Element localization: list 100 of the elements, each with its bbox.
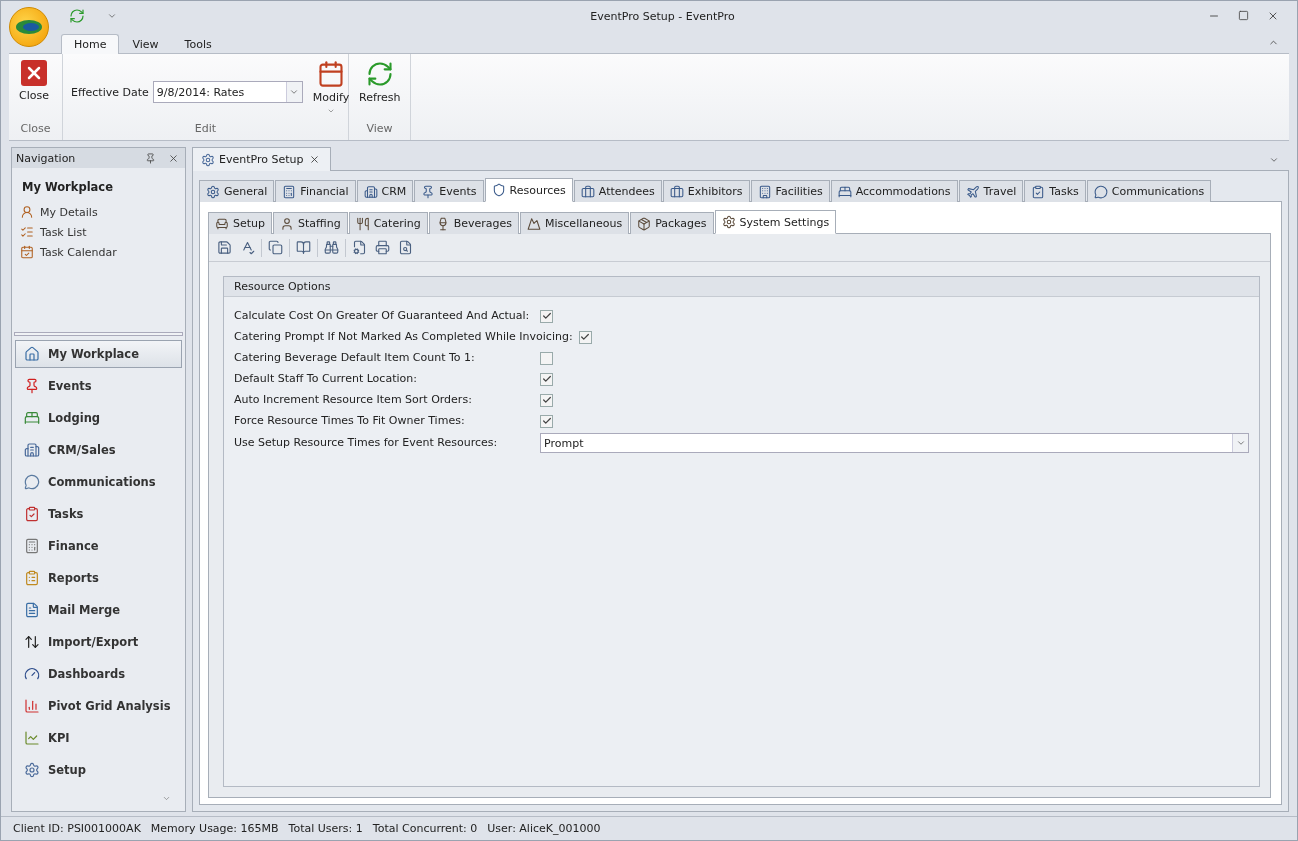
settings-tab[interactable]: Events	[414, 180, 484, 202]
close-icon	[1267, 10, 1279, 22]
nav-module[interactable]: Events	[15, 372, 182, 400]
caret-icon	[1269, 155, 1279, 165]
copy-icon	[268, 240, 283, 255]
book-button[interactable]	[294, 238, 313, 257]
checkbox[interactable]	[540, 309, 553, 323]
briefcase-icon	[580, 184, 595, 199]
settings-tab[interactable]: Travel	[958, 180, 1024, 202]
nav-module[interactable]: KPI	[15, 724, 182, 752]
nav-module[interactable]: CRM/Sales	[15, 436, 182, 464]
status-text: Memory Usage: 165MB	[150, 822, 279, 835]
sub-tab[interactable]: Packages	[630, 212, 714, 234]
app-logo[interactable]	[9, 7, 49, 47]
preview-icon	[398, 240, 413, 255]
gear-icon	[201, 152, 215, 167]
close-icon	[309, 154, 321, 165]
briefcase-icon	[669, 184, 684, 199]
settings-tab[interactable]: Exhibitors	[662, 180, 750, 202]
nav-link[interactable]: My Details	[12, 202, 185, 222]
nav-link[interactable]: Task List	[12, 222, 185, 242]
option-label: Auto Increment Resource Item Sort Orders:	[234, 393, 473, 407]
nav-module[interactable]: Pivot Grid Analysis	[15, 692, 182, 720]
spell-check-icon	[240, 240, 255, 255]
nav-module[interactable]: Reports	[15, 564, 182, 592]
building-icon	[757, 184, 772, 199]
status-text: User: AliceK_001000	[487, 822, 601, 835]
document-gear-icon	[352, 240, 367, 255]
mountain-icon	[527, 216, 542, 231]
close-button[interactable]: Close	[17, 60, 51, 102]
settings-tab[interactable]: Financial	[275, 180, 356, 202]
option-label: Force Resource Times To Fit Owner Times:	[234, 414, 466, 428]
nav-module[interactable]: Import/Export	[15, 628, 182, 656]
gear-icon	[721, 215, 736, 229]
sub-tab[interactable]: Catering	[348, 212, 428, 234]
status-text: Total Users: 1	[288, 822, 363, 835]
settings-tab[interactable]: Resources	[484, 178, 573, 202]
nav-module[interactable]: Tasks	[15, 500, 182, 528]
sub-tab[interactable]: Beverages	[428, 212, 520, 234]
option-label: Default Staff To Current Location:	[234, 372, 418, 386]
save-button[interactable]	[215, 238, 234, 257]
gear-icon	[206, 184, 220, 199]
field-label: Effective Date	[71, 85, 149, 99]
binoculars-button[interactable]	[322, 238, 341, 257]
group-caption: Close	[19, 122, 52, 137]
sub-tab[interactable]: System Settings	[714, 210, 837, 234]
sub-tab[interactable]: Staffing	[273, 212, 348, 234]
option-label: Calculate Cost On Greater Of Guaranteed And Actual:	[234, 309, 531, 323]
nav-module[interactable]: Setup	[15, 756, 182, 784]
checkbox[interactable]	[540, 351, 553, 365]
maximize-icon	[1238, 10, 1249, 21]
checkbox[interactable]	[540, 414, 553, 428]
settings-tab[interactable]: Facilities	[750, 180, 830, 202]
nav-module[interactable]: My Workplace	[15, 340, 182, 368]
settings-tab[interactable]: Tasks	[1024, 180, 1086, 202]
copy-button[interactable]	[266, 238, 285, 257]
shield-icon	[491, 183, 506, 197]
refresh-button[interactable]	[67, 6, 87, 26]
pin-icon	[145, 152, 156, 164]
person-icon	[280, 216, 295, 231]
sub-tab[interactable]: Miscellaneous	[520, 212, 630, 234]
checklist-icon	[20, 225, 34, 239]
dropdown-field[interactable]: Prompt	[540, 433, 1249, 453]
settings-tab[interactable]: CRM	[356, 180, 414, 202]
settings-tab[interactable]: General	[199, 180, 275, 202]
option-label: Catering Beverage Default Item Count To 1:	[234, 351, 476, 365]
ribbon-tab[interactable]: Tools	[171, 34, 225, 54]
calendar-check-icon	[20, 245, 34, 259]
nav-module[interactable]: Dashboards	[15, 660, 182, 688]
calendar-icon	[317, 60, 345, 88]
window-title: EventPro Setup - EventPro	[589, 9, 736, 23]
clipboard-icon	[24, 570, 40, 586]
settings-tab[interactable]: Attendees	[573, 180, 662, 202]
ribbon-tab[interactable]: Home	[61, 34, 120, 54]
refresh-button[interactable]: Refresh	[357, 60, 403, 104]
caret-icon	[107, 11, 117, 21]
speech-bubble-icon	[1093, 184, 1108, 199]
checkbox[interactable]	[540, 393, 553, 407]
ribbon-tab[interactable]: View	[119, 34, 172, 54]
gear-icon	[24, 762, 40, 778]
sub-tab[interactable]: Setup	[208, 212, 273, 234]
print-button[interactable]	[373, 238, 392, 257]
panel-title: Navigation	[16, 151, 76, 165]
nav-module[interactable]: Lodging	[15, 404, 182, 432]
line-chart-icon	[24, 730, 40, 746]
nav-module[interactable]: Finance	[15, 532, 182, 560]
settings-tab[interactable]: Accommodations	[830, 180, 958, 202]
effective-date-dropdown[interactable]: 9/8/2014: Rates	[152, 81, 303, 103]
nav-module[interactable]: Communications	[15, 468, 182, 496]
settings-tab[interactable]: Communications	[1086, 180, 1212, 202]
nav-module[interactable]: Mail Merge	[15, 596, 182, 624]
checkbox[interactable]	[578, 330, 592, 344]
pin-icon	[24, 378, 40, 394]
modify-button[interactable]: Modify	[310, 60, 352, 115]
checkbox[interactable]	[540, 372, 553, 386]
nav-link[interactable]: Task Calendar	[12, 242, 185, 262]
document-tab[interactable]: EventPro Setup	[192, 147, 332, 171]
splitter-handle[interactable]	[14, 332, 183, 336]
print-icon	[375, 240, 390, 255]
status-text: Client ID: PSI001000AK	[13, 822, 141, 835]
